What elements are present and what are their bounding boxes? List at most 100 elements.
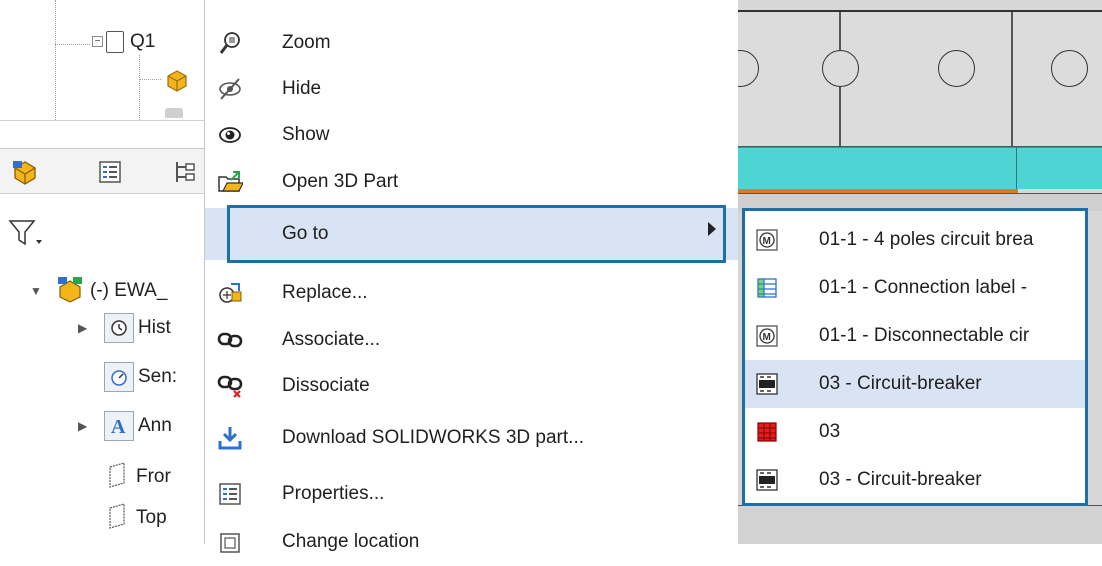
circuit-breaker-icon [755,468,779,492]
menu-item-label: Properties... [282,483,385,504]
motor-symbol-icon: M [755,228,779,252]
menu-item-label: Hide [282,78,322,99]
menu-item-label: Replace... [282,282,368,303]
part-icon-faded [165,108,183,118]
tree-node-label: Hist [138,317,171,338]
part-icon [162,64,192,99]
drawing-cell [840,12,1012,147]
submenu-item[interactable]: M 01-1 - 4 poles circuit brea [745,216,1085,264]
menu-item-label: Dissociate [282,375,370,396]
associate-icon [217,327,243,353]
tree-node-label: Ann [138,415,172,436]
menu-item-label: Show [282,124,330,145]
tree-node-sensors[interactable]: Sen: [78,361,177,393]
tree-guide-line [55,0,56,120]
menu-item-dissociate[interactable]: Dissociate [205,362,738,410]
feature-tree-panel: − Q1 ▼ (-) EWA_ ▶ Hist Sen: ▶ A Ann Fror… [0,0,205,544]
show-icon [217,122,243,148]
property-manager-tab-icon[interactable] [95,157,125,187]
submenu-item-label: 01-1 - 4 poles circuit brea [819,229,1034,250]
tree-node-label: Top [136,507,167,528]
motor-symbol-icon: M [755,324,779,348]
feature-manager-tab-icon[interactable] [10,157,40,187]
drawing-circle [938,50,975,87]
go-to-highlight-box [227,205,726,263]
drawing-strip [738,505,1102,544]
svg-text:M: M [763,332,771,343]
menu-item-properties[interactable]: Properties... [205,470,738,518]
hide-icon [217,76,243,102]
menu-item-hide[interactable]: Hide [205,65,738,113]
menu-item-replace[interactable]: Replace... [205,269,738,317]
q1-label: Q1 [130,31,156,52]
replace-icon [217,280,243,306]
submenu-item[interactable]: 03 [745,408,1085,456]
submenu-item[interactable]: M 01-1 - Disconnectable cir [745,312,1085,360]
expand-arrow-icon[interactable]: ▶ [78,321,94,335]
submenu-item[interactable]: 03 - Circuit-breaker [745,456,1085,503]
tree-guide-line [139,79,161,80]
change-location-icon [217,529,243,555]
manager-tabs [0,148,204,194]
submenu-item-label: 03 - Circuit-breaker [819,373,982,394]
submenu-item-label: 01-1 - Disconnectable cir [819,325,1030,346]
collapse-toggle[interactable]: − [92,36,103,47]
menu-item-download-solidworks[interactable]: Download SOLIDWORKS 3D part... [205,414,738,462]
expand-arrow-icon[interactable]: ▶ [78,419,94,433]
tree-node-annotations[interactable]: ▶ A Ann [78,410,172,442]
tree-node-history[interactable]: ▶ Hist [78,312,171,344]
menu-item-label: Zoom [282,32,331,53]
properties-icon [217,481,243,507]
menu-item-label: Open 3D Part [282,171,399,192]
download-icon [217,425,243,451]
tree-node-label: Fror [136,466,171,487]
svg-text:A: A [111,416,126,437]
busbar [738,147,1102,189]
root-label: (-) EWA_ [90,280,168,301]
busbar-divider [1016,147,1017,193]
submenu-item-label: 03 - Circuit-breaker [819,469,982,490]
menu-item-show[interactable]: Show [205,111,738,159]
sensors-icon [104,362,134,392]
filter-dropdown[interactable] [8,218,42,253]
drawing-circle [1051,50,1088,87]
menu-item-label: Change location [282,531,420,552]
connection-label-icon [755,276,779,300]
svg-text:M: M [763,236,771,247]
menu-item-zoom[interactable]: Zoom [205,19,738,67]
zoom-icon [217,30,243,56]
component-icon [106,31,124,53]
submenu-arrow-icon [708,222,716,236]
tree-top-section: − Q1 [0,0,204,120]
submenu-item-label: 03 [819,421,841,442]
circuit-breaker-icon [755,372,779,396]
context-menu: Zoom Hide Show Open 3D Part Go to Replac… [205,0,738,553]
collapse-arrow-icon[interactable]: ▼ [30,284,46,298]
drawing-circle [822,50,859,87]
menu-item-label: Associate... [282,329,381,350]
tree-guide-line [139,55,140,120]
submenu-item-label: 01-1 - Connection label - [819,277,1028,298]
red-terminal-icon [755,420,779,444]
filter-icon [8,220,36,246]
front-plane-icon [104,461,130,494]
menu-item-change-location[interactable]: Change location [205,518,738,566]
menu-item-label: Download SOLIDWORKS 3D part... [282,427,584,448]
menu-item-open-3d-part[interactable]: Open 3D Part [205,158,738,206]
open-3d-part-icon [217,169,243,195]
tree-node-top-plane[interactable]: Top [78,502,167,534]
submenu-item[interactable]: 03 - Circuit-breaker [745,360,1085,408]
top-plane-icon [104,502,130,535]
assembly-icon [56,275,86,308]
tree-node-front-plane[interactable]: Fror [78,461,171,493]
history-icon [104,313,134,343]
annotations-icon: A [104,411,134,441]
tree-guide-line [55,44,90,45]
tree-root-node[interactable]: ▼ (-) EWA_ [30,275,167,307]
menu-item-associate[interactable]: Associate... [205,316,738,364]
submenu-item[interactable]: 01-1 - Connection label - [745,264,1085,312]
go-to-submenu: M 01-1 - 4 poles circuit brea 01-1 - Con… [742,208,1088,506]
tree-node-label: Sen: [138,366,178,387]
configuration-manager-tab-icon[interactable] [170,157,200,187]
dissociate-icon [217,373,243,399]
